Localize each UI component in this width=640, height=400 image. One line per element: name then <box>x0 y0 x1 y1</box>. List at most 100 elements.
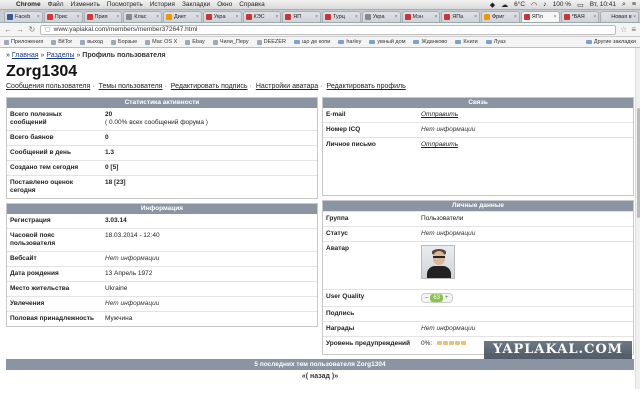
contact-value: Нет информации <box>421 126 476 133</box>
close-tab-icon[interactable]: × <box>474 14 477 20</box>
browser-tab[interactable]: Прия × <box>83 11 123 22</box>
browser-tab[interactable]: Новая в × <box>600 11 639 22</box>
bookmark-item[interactable]: умный дом <box>369 39 405 45</box>
menu-chrome[interactable]: Chrome <box>16 1 41 8</box>
menu-bookmarks[interactable]: Закладки <box>182 1 210 8</box>
other-bookmarks-label: Другие закладки <box>593 39 636 45</box>
bookmark-item[interactable]: DEEZER <box>256 39 286 45</box>
menu-edit[interactable]: Изменить <box>71 1 100 8</box>
back-icon[interactable]: ← <box>4 25 12 34</box>
send-link[interactable]: Отправить <box>421 111 458 118</box>
favicon-icon <box>404 14 411 20</box>
close-tab-icon[interactable]: × <box>116 14 119 20</box>
favicon-icon <box>364 14 371 20</box>
browser-tab[interactable]: КЭС × <box>242 11 282 22</box>
bookmark-star-icon[interactable]: ☆ <box>620 25 627 34</box>
close-tab-icon[interactable]: × <box>156 14 159 20</box>
address-bar[interactable]: ▢ www.yaplakal.com/members/member372647.… <box>40 24 617 35</box>
awards-row: Награды Нет информации <box>323 321 633 336</box>
browser-tab[interactable]: Укра × <box>202 11 242 22</box>
search-icon[interactable]: ⌕ <box>622 1 626 9</box>
tab-title: Укра <box>213 14 226 20</box>
browser-tab[interactable]: Прис × <box>43 11 83 22</box>
bookmark-label: BitTor <box>58 39 73 45</box>
close-tab-icon[interactable]: × <box>37 14 40 20</box>
bookmark-item[interactable]: Приложения <box>4 39 43 45</box>
page-content: » Главная » Разделы » Профиль пользовате… <box>0 48 640 389</box>
close-tab-icon[interactable]: × <box>77 14 80 20</box>
forward-icon[interactable]: → <box>16 25 24 34</box>
clock[interactable]: Вт, 10:41 <box>590 1 616 8</box>
menu-help[interactable]: Справка <box>239 1 265 8</box>
user-posts-link[interactable]: Сообщения пользователя <box>6 83 90 90</box>
close-tab-icon[interactable]: × <box>434 14 437 20</box>
menu-history[interactable]: История <box>150 1 175 8</box>
list-icon[interactable]: ≡ <box>632 1 636 8</box>
close-tab-icon[interactable]: × <box>395 14 398 20</box>
table-row: Номер ICQ Нет информации <box>323 122 633 137</box>
browser-tab[interactable]: Диет × <box>163 11 202 22</box>
breadcrumb: » Главная » Разделы » Профиль пользовате… <box>6 52 166 59</box>
browser-tab[interactable]: Клас × <box>123 11 162 22</box>
favicon-icon <box>46 14 53 20</box>
bookmark-label: Ebay <box>192 39 205 45</box>
other-bookmarks[interactable]: Другие закладки <box>585 39 636 45</box>
bookmark-item[interactable]: выход <box>80 39 103 45</box>
close-tab-icon[interactable]: × <box>633 14 636 20</box>
recent-topics-nav[interactable]: «( назад )» <box>6 370 634 380</box>
group-label: Группа <box>326 215 349 222</box>
bookmark-item[interactable]: Чили_Перу <box>212 39 249 45</box>
weather-icon[interactable]: ☁ <box>501 1 508 9</box>
bookmark-item[interactable]: що де копи <box>293 39 330 45</box>
user-topics-link[interactable]: Темы пользователя <box>99 83 163 90</box>
uq-minus-button[interactable]: – <box>425 294 428 302</box>
edit-signature-link[interactable]: Редактировать подпись <box>171 83 248 90</box>
breadcrumb-sections[interactable]: Разделы <box>46 52 74 59</box>
browser-tab[interactable]: ЯПа × <box>441 11 480 22</box>
bookmark-item[interactable]: Книги <box>455 39 478 45</box>
bookmark-item[interactable]: Жданково <box>413 39 447 45</box>
page-scrollbar[interactable] <box>635 48 640 389</box>
reload-icon[interactable]: ↻ <box>28 25 36 34</box>
volume-icon[interactable]: ♪ <box>543 1 547 8</box>
row-label: Создано тем сегодня <box>10 164 79 171</box>
bookmark-item[interactable]: BitTor <box>51 39 72 45</box>
close-tab-icon[interactable]: × <box>554 14 557 20</box>
uq-plus-button[interactable]: + <box>445 294 449 302</box>
close-tab-icon[interactable]: × <box>514 14 517 20</box>
browser-tab[interactable]: ЯП × <box>282 11 321 22</box>
browser-tab[interactable]: Мэн × <box>401 11 441 22</box>
bookmark-item[interactable]: harley <box>338 39 361 45</box>
bookmark-item[interactable]: Луаз <box>485 39 506 45</box>
close-tab-icon[interactable]: × <box>355 14 358 20</box>
menu-file[interactable]: Файл <box>48 1 64 8</box>
battery-icon[interactable]: ▭ <box>577 1 584 9</box>
edit-profile-link[interactable]: Редактировать профиль <box>326 83 405 90</box>
close-tab-icon[interactable]: × <box>593 14 596 20</box>
browser-tab[interactable]: ЯПл × <box>520 11 560 22</box>
table-row: Место жительства Ukraine <box>7 281 317 296</box>
wifi-icon[interactable]: ◠ <box>531 1 537 9</box>
close-tab-icon[interactable]: × <box>236 14 239 20</box>
tab-title: Фриг <box>492 14 505 20</box>
bookmark-item[interactable]: Mac OS X <box>145 39 177 45</box>
chrome-menu-icon[interactable]: ≡ <box>631 25 636 34</box>
close-tab-icon[interactable]: × <box>275 14 278 20</box>
breadcrumb-home[interactable]: Главная <box>12 52 39 59</box>
avatar-settings-link[interactable]: Настройки аватара <box>256 83 318 90</box>
browser-tab[interactable]: Укра × <box>361 11 401 22</box>
bookmark-item[interactable]: Ebay <box>185 39 205 45</box>
close-tab-icon[interactable]: × <box>196 14 199 20</box>
send-link[interactable]: Отправить <box>421 141 458 148</box>
browser-tab[interactable]: Фриг × <box>481 11 520 22</box>
close-tab-icon[interactable]: × <box>315 14 318 20</box>
menu-view[interactable]: Посмотреть <box>107 1 143 8</box>
table-row: Поставлено оценок сегодня 18 [23] <box>7 175 317 198</box>
browser-tab[interactable]: Faceb × <box>4 11 43 22</box>
browser-tab[interactable]: *ВАЯ × <box>560 11 600 22</box>
bookmark-item[interactable]: Борзые <box>110 39 137 45</box>
table-row: Сообщений в день 1.3 <box>7 145 317 160</box>
browser-tab[interactable]: Турц × <box>322 11 361 22</box>
menu-window[interactable]: Окно <box>217 1 232 8</box>
dropbox-icon[interactable]: ◆ <box>490 1 495 9</box>
